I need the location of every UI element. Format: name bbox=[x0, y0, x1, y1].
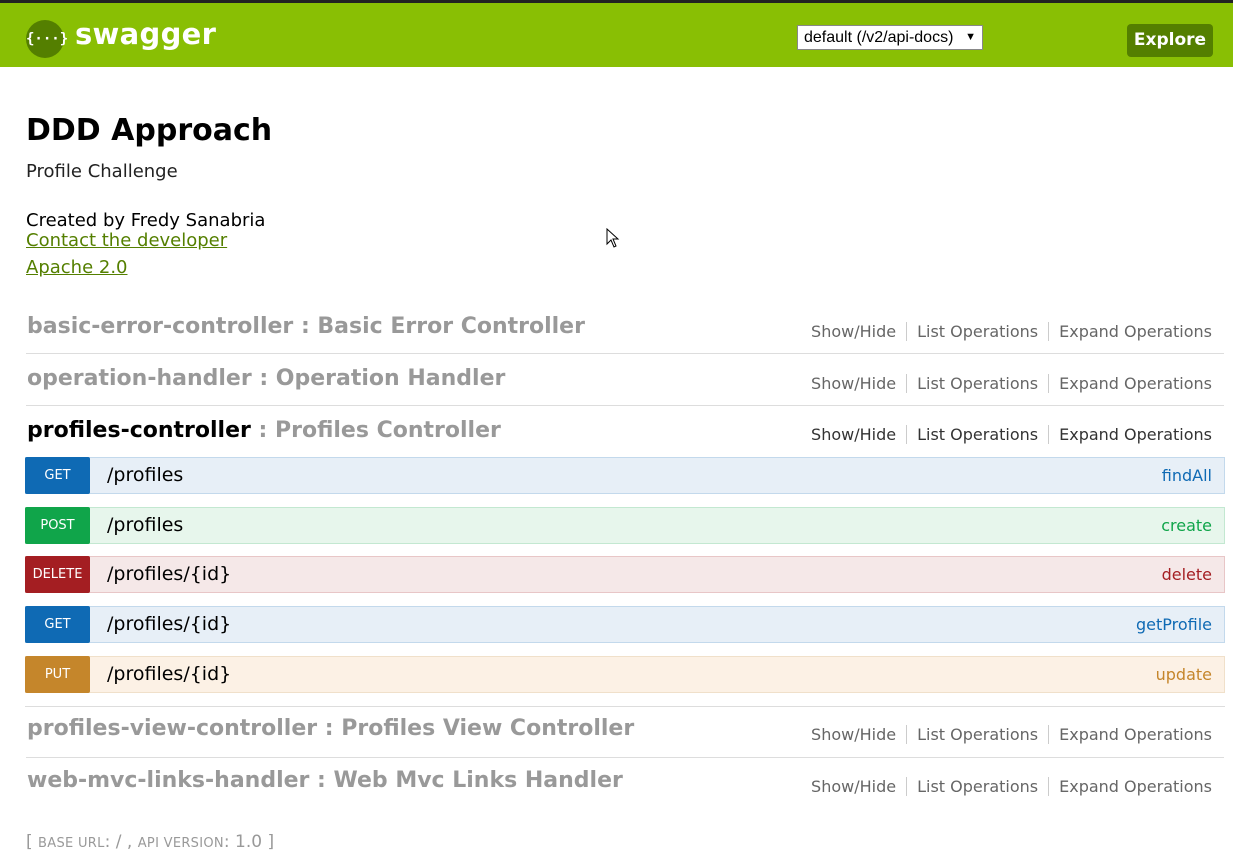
resource-heading[interactable]: basic-error-controller : Basic Error Con… bbox=[27, 314, 585, 339]
resource-name[interactable]: profiles-controller bbox=[27, 418, 251, 443]
dropdown-arrow-icon: ▼ bbox=[965, 31, 976, 43]
expand-operations-link[interactable]: Expand Operations bbox=[1049, 374, 1212, 393]
operation-get-profiles[interactable]: GET /profiles findAll bbox=[25, 457, 1225, 494]
resource-actions: Show/Hide List Operations Expand Operation… bbox=[801, 777, 1212, 796]
list-operations-link[interactable]: List Operations bbox=[907, 374, 1050, 393]
resource-description: : Web Mvc Links Handler bbox=[309, 768, 623, 793]
resource-heading[interactable]: profiles-controller : Profiles Controlle… bbox=[27, 418, 501, 443]
api-spec-select-value: default (/v2/api-docs) bbox=[804, 29, 954, 46]
operation-delete-profile[interactable]: DELETE /profiles/{id} delete bbox=[25, 556, 1225, 593]
api-version-value: : 1.0 ] bbox=[223, 832, 275, 852]
operation-nickname[interactable]: delete bbox=[1162, 565, 1212, 584]
operation-path[interactable]: /profiles bbox=[107, 514, 183, 536]
resource-description: : Basic Error Controller bbox=[293, 314, 585, 339]
operation-post-profiles[interactable]: POST /profiles create bbox=[25, 507, 1225, 544]
http-method-badge[interactable]: DELETE bbox=[25, 556, 90, 593]
resource-name[interactable]: basic-error-controller bbox=[27, 314, 293, 339]
show-hide-link[interactable]: Show/Hide bbox=[801, 322, 908, 341]
operation-path[interactable]: /profiles bbox=[107, 464, 183, 486]
resource-heading[interactable]: profiles-view-controller : Profiles View… bbox=[27, 716, 634, 741]
resource-name[interactable]: operation-handler bbox=[27, 366, 252, 391]
resource-heading[interactable]: web-mvc-links-handler : Web Mvc Links Ha… bbox=[27, 768, 623, 793]
api-footer: [ BASE URL: / , API VERSION: 1.0 ] bbox=[26, 832, 274, 852]
operation-nickname[interactable]: findAll bbox=[1162, 466, 1212, 485]
resource-actions: Show/Hide List Operations Expand Operation… bbox=[801, 374, 1212, 393]
expand-operations-link[interactable]: Expand Operations bbox=[1049, 322, 1212, 341]
resource-name[interactable]: web-mvc-links-handler bbox=[27, 768, 309, 793]
operation-path[interactable]: /profiles/{id} bbox=[107, 613, 231, 635]
resource-basic-error-controller: basic-error-controller : Basic Error Con… bbox=[26, 306, 1224, 354]
swagger-logo-icon[interactable]: {···} bbox=[26, 20, 68, 58]
operation-get-profile[interactable]: GET /profiles/{id} getProfile bbox=[25, 606, 1225, 643]
resource-description: : Profiles Controller bbox=[250, 418, 501, 443]
operation-nickname[interactable]: getProfile bbox=[1136, 615, 1212, 634]
footer-open: [ bbox=[26, 832, 39, 852]
api-spec-select[interactable]: default (/v2/api-docs) ▼ bbox=[797, 25, 983, 50]
operation-path[interactable]: /profiles/{id} bbox=[107, 663, 231, 685]
contact-developer-link[interactable]: Contact the developer bbox=[26, 230, 227, 251]
operation-nickname[interactable]: create bbox=[1161, 516, 1212, 535]
resource-actions: Show/Hide List Operations Expand Operation… bbox=[801, 425, 1212, 444]
show-hide-link[interactable]: Show/Hide bbox=[801, 725, 908, 744]
api-version-label: API VERSION bbox=[137, 836, 224, 851]
expand-operations-link[interactable]: Expand Operations bbox=[1049, 425, 1212, 444]
list-operations-link[interactable]: List Operations bbox=[907, 725, 1050, 744]
resource-profiles-view-controller: profiles-view-controller : Profiles View… bbox=[26, 710, 1224, 758]
list-operations-link[interactable]: List Operations bbox=[907, 322, 1050, 341]
api-title: DDD Approach bbox=[26, 113, 273, 148]
list-operations-link[interactable]: List Operations bbox=[907, 425, 1050, 444]
resource-description: : Operation Handler bbox=[251, 366, 506, 391]
show-hide-link[interactable]: Show/Hide bbox=[801, 777, 908, 796]
http-method-badge[interactable]: POST bbox=[25, 507, 90, 544]
base-url-value: : / , bbox=[104, 832, 138, 852]
mouse-cursor-icon bbox=[606, 228, 620, 248]
operation-nickname[interactable]: update bbox=[1156, 665, 1212, 684]
resource-profiles-controller: profiles-controller : Profiles Controlle… bbox=[26, 410, 1224, 450]
operation-path[interactable]: /profiles/{id} bbox=[107, 563, 231, 585]
resource-name[interactable]: profiles-view-controller bbox=[27, 716, 317, 741]
show-hide-link[interactable]: Show/Hide bbox=[801, 425, 908, 444]
license-link[interactable]: Apache 2.0 bbox=[26, 257, 128, 278]
http-method-badge[interactable]: GET bbox=[25, 457, 90, 494]
explore-button[interactable]: Explore bbox=[1127, 24, 1213, 57]
expand-operations-link[interactable]: Expand Operations bbox=[1049, 725, 1212, 744]
resource-web-mvc-links-handler: web-mvc-links-handler : Web Mvc Links Ha… bbox=[26, 762, 1224, 810]
resource-operation-handler: operation-handler : Operation Handler Sh… bbox=[26, 358, 1224, 406]
http-method-badge[interactable]: PUT bbox=[25, 656, 90, 693]
resource-actions: Show/Hide List Operations Expand Operation… bbox=[801, 322, 1212, 341]
expand-operations-link[interactable]: Expand Operations bbox=[1049, 777, 1212, 796]
http-method-badge[interactable]: GET bbox=[25, 606, 90, 643]
divider bbox=[25, 706, 1225, 707]
operation-put-profile[interactable]: PUT /profiles/{id} update bbox=[25, 656, 1225, 693]
show-hide-link[interactable]: Show/Hide bbox=[801, 374, 908, 393]
top-bar: {···} swagger default (/v2/api-docs) ▼ E… bbox=[0, 0, 1233, 67]
brand-name[interactable]: swagger bbox=[75, 17, 216, 51]
resource-heading[interactable]: operation-handler : Operation Handler bbox=[27, 366, 505, 391]
base-url-label: BASE URL bbox=[38, 836, 105, 851]
api-description: Profile Challenge bbox=[26, 161, 178, 182]
resource-description: : Profiles View Controller bbox=[317, 716, 635, 741]
api-created-by: Created by Fredy Sanabria bbox=[26, 210, 266, 231]
resource-actions: Show/Hide List Operations Expand Operation… bbox=[801, 725, 1212, 744]
list-operations-link[interactable]: List Operations bbox=[907, 777, 1050, 796]
